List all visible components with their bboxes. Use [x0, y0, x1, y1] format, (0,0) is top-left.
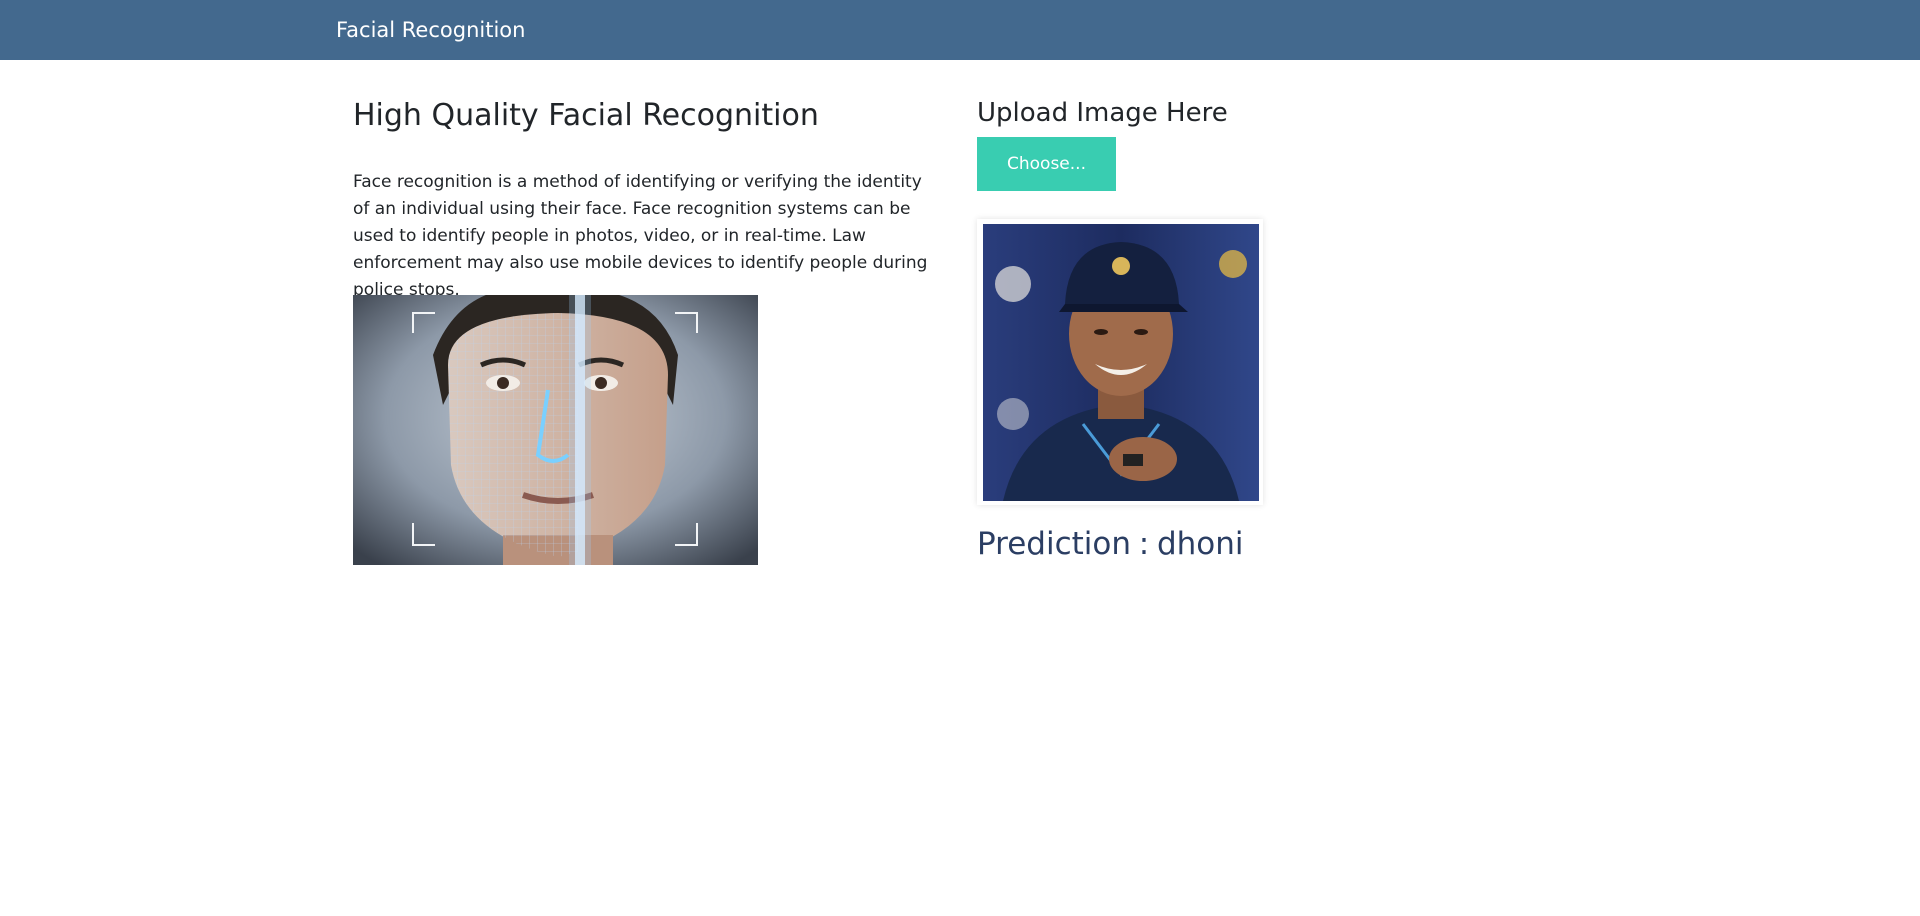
uploaded-image-frame — [977, 219, 1263, 505]
uploaded-image-preview — [983, 224, 1259, 501]
page-title: High Quality Facial Recognition — [353, 98, 819, 133]
upload-title: Upload Image Here — [977, 98, 1228, 128]
description-text: Face recognition is a method of identify… — [353, 172, 928, 300]
prediction-value: dhoni — [1156, 526, 1244, 562]
choose-file-button[interactable]: Choose... — [977, 137, 1116, 191]
brand-title[interactable]: Facial Recognition — [336, 15, 525, 45]
prediction-result: Prediction: dhoni — [977, 524, 1244, 564]
prediction-separator: : — [1138, 526, 1150, 562]
face-recognition-illustration — [353, 295, 758, 565]
navbar: Facial Recognition — [0, 0, 1920, 60]
prediction-label: Prediction — [977, 526, 1132, 562]
